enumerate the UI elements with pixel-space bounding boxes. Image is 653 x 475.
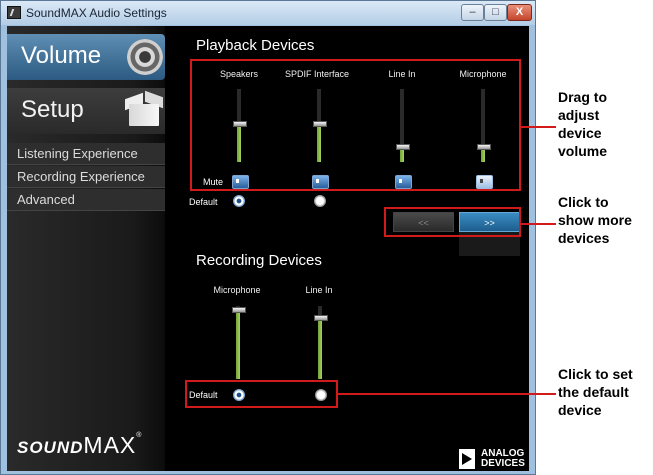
window-title: SoundMAX Audio Settings — [26, 6, 167, 20]
analog-devices-triangle-icon — [459, 449, 475, 469]
sidebar-tab-volume[interactable]: Volume — [7, 34, 165, 80]
recording-device-label-line-in: Line In — [305, 285, 333, 295]
slider-thumb[interactable] — [232, 307, 246, 313]
callout-box-sliders — [190, 59, 521, 191]
maximize-button[interactable]: □ — [484, 4, 507, 21]
slider-thumb[interactable] — [314, 315, 328, 321]
level-fill — [236, 310, 240, 379]
analog-devices-text: ANALOG DEVICES — [481, 448, 525, 469]
default-radio-speakers[interactable] — [233, 195, 245, 207]
soundmax-logo: SOUNDMAX® — [17, 432, 142, 458]
box-icon — [125, 90, 163, 128]
sidebar-item-listening-experience[interactable]: Listening Experience — [7, 143, 165, 165]
callout-line-sliders — [521, 126, 556, 128]
speaker-icon — [127, 39, 163, 75]
playback-devices-title: Playback Devices — [196, 37, 315, 54]
recording-device-label-microphone: Microphone — [213, 285, 261, 295]
analog-devices-logo: ANALOG DEVICES — [459, 449, 529, 469]
title-bar: SoundMAX Audio Settings – □ X — [1, 1, 535, 25]
callout-line-default — [338, 393, 556, 395]
sidebar: Volume Setup Listening Experience Record… — [7, 26, 165, 471]
callout-text-drag: Drag to adjust device volume — [558, 89, 608, 159]
sidebar-item-recording-experience[interactable]: Recording Experience — [7, 166, 165, 188]
minimize-button[interactable]: – — [461, 4, 484, 21]
sidebar-tab-label: Setup — [21, 96, 84, 123]
recording-devices-title: Recording Devices — [196, 252, 322, 269]
level-fill — [318, 318, 322, 379]
callout-line-navigation — [521, 223, 556, 225]
soundmax-app-icon — [7, 6, 21, 19]
default-label: Default — [189, 197, 218, 207]
sidebar-tab-setup[interactable]: Setup — [7, 88, 165, 134]
default-radio-spdif[interactable] — [314, 195, 326, 207]
close-button[interactable]: X — [507, 4, 532, 21]
sidebar-tab-label: Volume — [21, 42, 102, 69]
callout-box-navigation — [384, 207, 521, 237]
callout-text-default: Click to set the default device — [558, 366, 633, 418]
callout-box-default — [185, 380, 338, 408]
sidebar-item-advanced[interactable]: Advanced — [7, 189, 165, 211]
callout-text-more: Click to show more devices — [558, 194, 632, 246]
